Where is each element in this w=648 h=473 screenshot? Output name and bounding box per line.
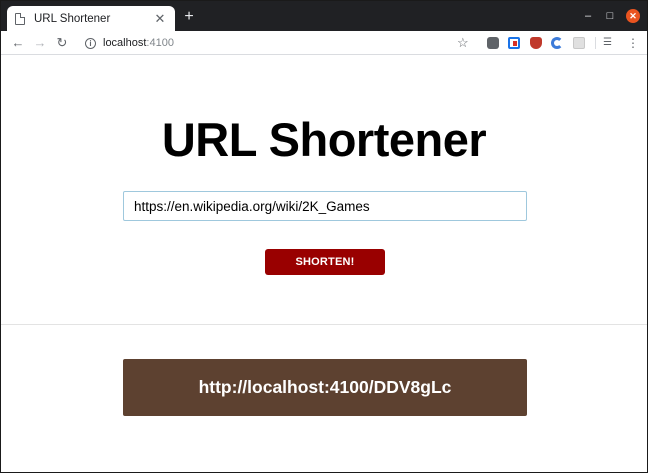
browser-window: URL Shortener ✕ + – □ ✕ ← → ↻ i localhos… [0, 0, 648, 473]
browser-toolbar: ← → ↻ i localhost:4100 ☆ ☰ ⋮ [1, 31, 647, 55]
page-title: URL Shortener [161, 113, 487, 166]
document-icon [15, 12, 25, 25]
c-extension-icon[interactable] [551, 37, 563, 49]
menu-icon[interactable]: ⋮ [627, 34, 639, 52]
address-bar[interactable]: i localhost:4100 [79, 33, 475, 53]
toolbar-divider [595, 37, 596, 49]
info-icon[interactable]: i [85, 37, 96, 49]
pocket-extension-icon[interactable] [487, 37, 499, 49]
ublock-extension-icon[interactable] [530, 37, 542, 49]
shorten-button[interactable]: SHORTEN! [265, 249, 385, 275]
extension-icon[interactable] [508, 37, 520, 49]
url-port: :4100 [146, 37, 174, 49]
tab-title: URL Shortener [34, 12, 111, 25]
page-content: URL Shortener SHORTEN! http://localhost:… [1, 56, 647, 472]
tab-url-shortener[interactable]: URL Shortener ✕ [7, 6, 175, 31]
tab-strip: URL Shortener ✕ + – □ ✕ [1, 1, 647, 31]
tabs-extension-icon[interactable]: ☰ [603, 34, 612, 52]
forward-arrow-icon[interactable]: → [31, 34, 49, 52]
minimize-button[interactable]: – [581, 9, 595, 23]
result-box: http://localhost:4100/DDV8gLc [123, 359, 527, 416]
url-input[interactable] [123, 191, 527, 221]
url-host: localhost [103, 37, 147, 49]
section-divider [1, 324, 647, 325]
gray-extension-icon[interactable] [573, 37, 585, 49]
new-tab-button[interactable]: + [181, 9, 197, 25]
back-arrow-icon[interactable]: ← [9, 34, 27, 52]
close-icon[interactable]: ✕ [153, 11, 167, 26]
maximize-button[interactable]: □ [603, 9, 617, 23]
reload-icon[interactable]: ↻ [53, 34, 71, 52]
window-close-button[interactable]: ✕ [626, 9, 640, 23]
short-url-link[interactable]: http://localhost:4100/DDV8gLc [199, 377, 452, 398]
bookmark-star-icon[interactable]: ☆ [457, 34, 469, 52]
